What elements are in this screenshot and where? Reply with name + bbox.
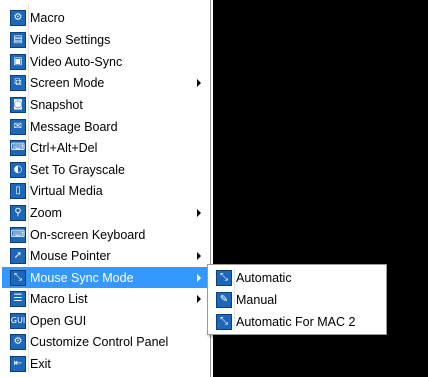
macro-list-icon: ☰ [10, 290, 26, 307]
submenu-arrow-icon [197, 78, 201, 87]
menu-item-label: Zoom [30, 205, 62, 220]
automatic-sync-icon: ⤡ [216, 269, 232, 286]
grayscale-icon: ◐ [10, 161, 26, 178]
zoom-icon: ⚲ [10, 204, 26, 221]
menu-item-macro-list[interactable]: ☰ Macro List [2, 288, 209, 309]
exit-icon: ⇤ [10, 355, 26, 372]
menu-item-label: Set To Grayscale [30, 162, 125, 177]
screen-mode-icon: ⧉ [10, 74, 26, 91]
menu-item-label: Macro List [30, 291, 88, 306]
video-auto-sync-icon: ▣ [10, 53, 26, 70]
message-board-icon: ✉ [10, 118, 26, 135]
customize-control-panel-icon: ⚙ [10, 333, 26, 350]
submenu-arrow-icon [197, 273, 201, 282]
keyboard-icon: ⌨ [10, 226, 26, 243]
submenu-item-label: Manual [236, 292, 277, 307]
menu-item-customize-control-panel[interactable]: ⚙ Customize Control Panel [2, 331, 209, 352]
menu-item-virtual-media[interactable]: ▯ Virtual Media [2, 180, 209, 201]
menu-item-label: Screen Mode [30, 75, 105, 90]
menu-item-on-screen-keyboard[interactable]: ⌨ On-screen Keyboard [2, 224, 209, 245]
submenu-item-automatic-for-mac-2[interactable]: ⤡ Automatic For MAC 2 [210, 311, 384, 332]
automatic-mac-sync-icon: ⤡ [216, 313, 232, 330]
menu-item-snapshot[interactable]: ◙ Snapshot [2, 94, 209, 115]
gui-icon: GUI [10, 312, 26, 329]
menu-item-label: Snapshot [30, 97, 83, 112]
mouse-sync-mode-icon: ⤡ [10, 269, 26, 286]
menu-item-label: Message Board [30, 119, 118, 134]
mouse-sync-mode-submenu: ⤡ Automatic ✎ Manual ⤡ Automatic For MAC… [207, 264, 387, 335]
menu-item-mouse-pointer[interactable]: ➚ Mouse Pointer [2, 245, 209, 266]
menu-item-label: Open GUI [30, 313, 87, 328]
manual-sync-icon: ✎ [216, 291, 232, 308]
menu-item-macro[interactable]: ⚙ Macro [2, 7, 209, 28]
menu-item-label: Mouse Pointer [30, 248, 111, 263]
context-menu: ⚙ Macro ▤ Video Settings ▣ Video Auto-Sy… [0, 0, 211, 377]
submenu-arrow-icon [197, 208, 201, 217]
menu-item-label: On-screen Keyboard [30, 227, 146, 242]
menu-item-label: Customize Control Panel [30, 334, 169, 349]
menu-item-label: Mouse Sync Mode [30, 270, 134, 285]
submenu-arrow-icon [197, 251, 201, 260]
menu-item-video-settings[interactable]: ▤ Video Settings [2, 29, 209, 50]
menu-item-exit[interactable]: ⇤ Exit [2, 353, 209, 374]
menu-item-label: Video Auto-Sync [30, 54, 123, 69]
macro-icon: ⚙ [10, 9, 26, 26]
video-settings-icon: ▤ [10, 31, 26, 48]
menu-item-ctrl-alt-del[interactable]: ⌨ Ctrl+Alt+Del [2, 137, 209, 158]
menu-item-screen-mode[interactable]: ⧉ Screen Mode [2, 72, 209, 93]
submenu-item-manual[interactable]: ✎ Manual [210, 289, 384, 310]
menu-item-message-board[interactable]: ✉ Message Board [2, 116, 209, 137]
menu-item-open-gui[interactable]: GUI Open GUI [2, 310, 209, 331]
menu-item-label: Macro [30, 10, 65, 25]
menu-item-mouse-sync-mode[interactable]: ⤡ Mouse Sync Mode [2, 267, 209, 288]
menu-item-video-auto-sync[interactable]: ▣ Video Auto-Sync [2, 51, 209, 72]
submenu-arrow-icon [197, 294, 201, 303]
submenu-item-label: Automatic For MAC 2 [236, 314, 356, 329]
menu-item-label: Video Settings [30, 32, 111, 47]
submenu-item-automatic[interactable]: ⤡ Automatic [210, 267, 384, 288]
submenu-item-label: Automatic [236, 270, 292, 285]
menu-item-label: Ctrl+Alt+Del [30, 140, 98, 155]
menu-item-label: Virtual Media [30, 183, 103, 198]
menu-item-zoom[interactable]: ⚲ Zoom [2, 202, 209, 223]
ctrl-alt-del-icon: ⌨ [10, 139, 26, 156]
virtual-media-icon: ▯ [10, 182, 26, 199]
menu-item-label: Exit [30, 356, 51, 371]
mouse-pointer-icon: ➚ [10, 247, 26, 264]
menu-item-set-to-grayscale[interactable]: ◐ Set To Grayscale [2, 159, 209, 180]
snapshot-icon: ◙ [10, 96, 26, 113]
